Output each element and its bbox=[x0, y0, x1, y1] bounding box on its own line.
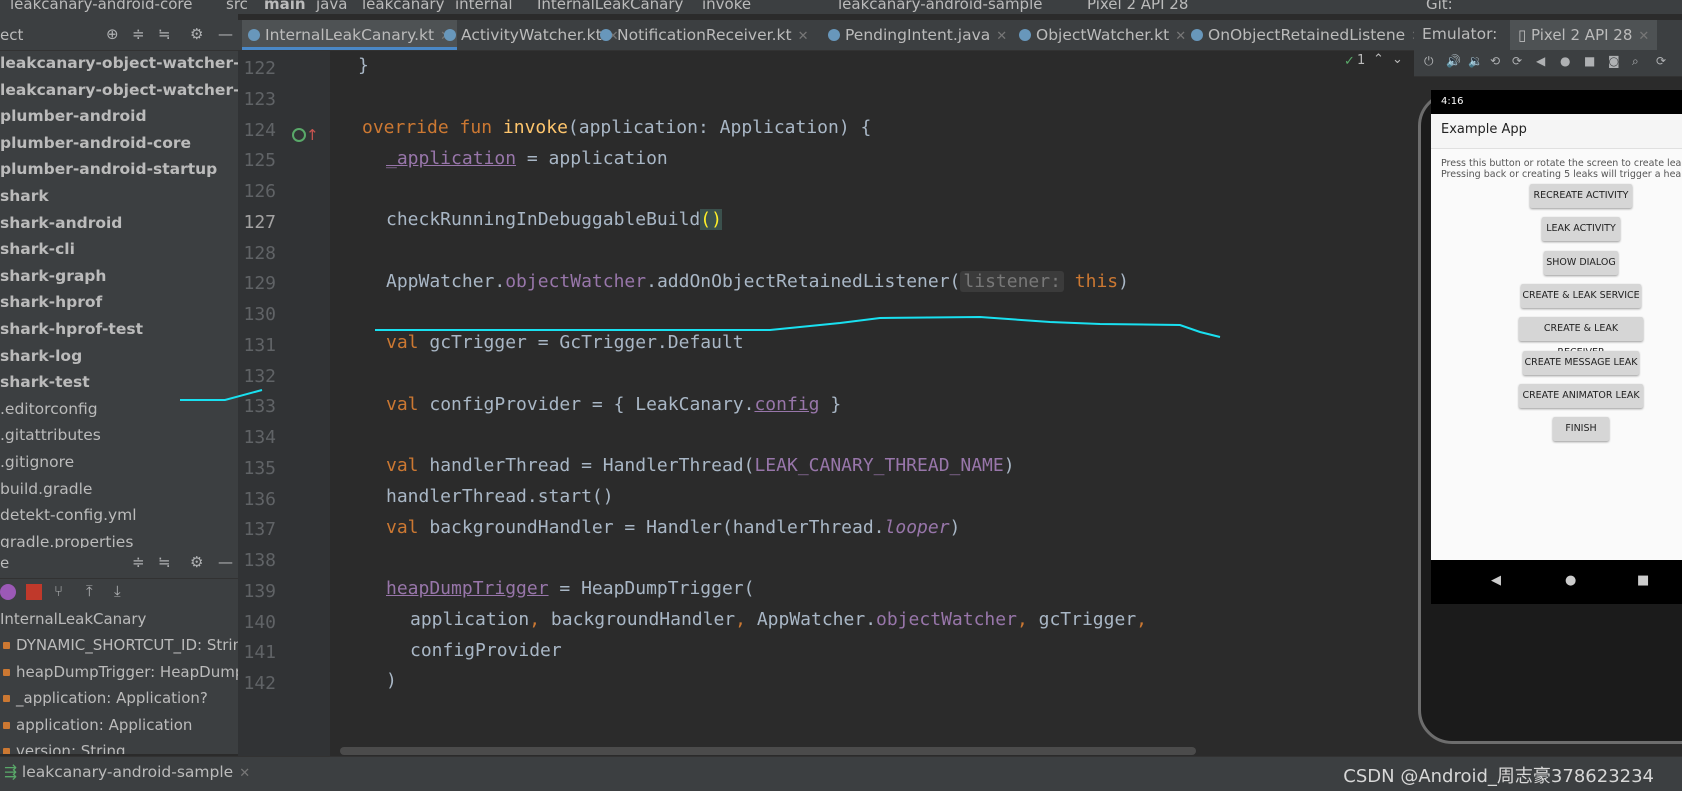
back-icon[interactable]: ◀ bbox=[1536, 54, 1548, 68]
description-line-1: Press this button or rotate the screen t… bbox=[1441, 158, 1682, 169]
annotation-stroke bbox=[375, 315, 1221, 338]
emulator-header: Emulator: ▯ Pixel 2 API 28 ✕ bbox=[1414, 20, 1682, 53]
app-button[interactable]: CREATE MESSAGE LEAK bbox=[1523, 350, 1639, 375]
emulator-label: Emulator: bbox=[1422, 25, 1498, 43]
bottom-tool-bar: ⇶ leakcanary-android-sample ✕ CSDN @Andro… bbox=[0, 756, 1682, 791]
run-tab-label: leakcanary-android-sample bbox=[21, 763, 234, 781]
nav-overview-icon[interactable]: ■ bbox=[1637, 573, 1649, 588]
rotate-left-icon[interactable]: ⟲ bbox=[1490, 54, 1502, 68]
phone-icon: ▯ bbox=[1518, 26, 1532, 44]
phone-screen: 4:16 Example App Press this button or ro… bbox=[1431, 90, 1682, 560]
app-button[interactable]: CREATE ANIMATOR LEAK bbox=[1519, 383, 1643, 408]
zoom-icon[interactable]: ⌕ bbox=[1632, 54, 1644, 68]
rotate-right-icon[interactable]: ⟳ bbox=[1512, 54, 1524, 68]
camera-icon[interactable]: ◙ bbox=[1608, 54, 1620, 68]
app-button[interactable]: SHOW DIALOG bbox=[1544, 250, 1618, 275]
android-nav-bar: ◀ ● ■ bbox=[1431, 560, 1682, 604]
app-description: Press this button or rotate the screen t… bbox=[1441, 158, 1682, 180]
snapshot-icon[interactable]: ⟳ bbox=[1656, 54, 1668, 68]
run-icon: ⇶ bbox=[4, 763, 22, 781]
nav-back-icon[interactable]: ◀ bbox=[1491, 573, 1501, 588]
home-icon[interactable]: ● bbox=[1560, 54, 1572, 68]
nav-home-icon[interactable]: ● bbox=[1565, 573, 1576, 588]
emulator-device-tab[interactable]: ▯ Pixel 2 API 28 ✕ bbox=[1510, 20, 1658, 53]
emulator-toolbar: ⏻ 🔊 🔉 ⟲ ⟳ ◀ ● ■ ◙ ⌕ ⟳ bbox=[1414, 50, 1682, 77]
overview-icon[interactable]: ■ bbox=[1584, 54, 1596, 68]
app-button[interactable]: CREATE & LEAK SERVICE bbox=[1521, 283, 1641, 308]
watermark: CSDN @Android_周志豪378623234 bbox=[1343, 766, 1654, 787]
emulator-panel: Emulator: ▯ Pixel 2 API 28 ✕ ⏻ 🔊 🔉 ⟲ ⟳ ◀ … bbox=[1414, 14, 1682, 756]
volume-down-icon[interactable]: 🔉 bbox=[1468, 54, 1483, 68]
run-tab[interactable]: ⇶ leakcanary-android-sample ✕ bbox=[4, 763, 250, 781]
close-icon[interactable]: ✕ bbox=[239, 766, 250, 781]
app-button[interactable]: FINISH bbox=[1553, 417, 1609, 442]
app-title: Example App bbox=[1441, 122, 1527, 137]
android-status-bar: 4:16 bbox=[1431, 90, 1682, 114]
description-line-2: Pressing back or creating 5 leaks will t… bbox=[1441, 169, 1682, 180]
volume-up-icon[interactable]: 🔊 bbox=[1446, 54, 1461, 68]
app-button[interactable]: LEAK ACTIVITY bbox=[1542, 217, 1620, 242]
status-time: 4:16 bbox=[1441, 96, 1464, 107]
annotation-stroke bbox=[180, 389, 263, 401]
power-icon[interactable]: ⏻ bbox=[1424, 54, 1436, 68]
app-button[interactable]: RECREATE ACTIVITY bbox=[1530, 184, 1632, 208]
app-bar: Example App bbox=[1431, 114, 1682, 149]
emulator-device-tab-label: Pixel 2 API 28 bbox=[1531, 26, 1633, 44]
close-icon[interactable]: ✕ bbox=[1638, 29, 1649, 44]
app-button[interactable]: CREATE & LEAK RECEIVER bbox=[1519, 317, 1643, 358]
